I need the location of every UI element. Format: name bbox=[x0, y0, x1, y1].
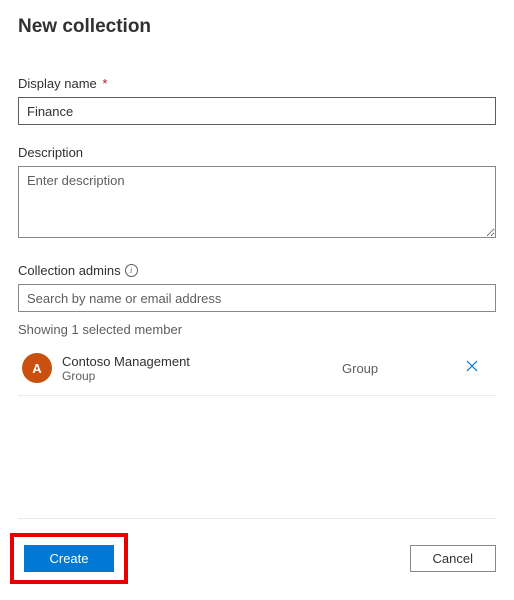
create-button[interactable]: Create bbox=[24, 545, 114, 572]
dialog-footer: Create Cancel bbox=[18, 518, 496, 600]
required-indicator: * bbox=[102, 76, 107, 91]
member-subtext: Group bbox=[62, 369, 342, 383]
display-name-input[interactable] bbox=[18, 97, 496, 125]
member-type: Group bbox=[342, 361, 452, 376]
description-label: Description bbox=[18, 145, 496, 160]
avatar: A bbox=[22, 353, 52, 383]
info-icon[interactable]: i bbox=[125, 264, 138, 277]
cancel-button[interactable]: Cancel bbox=[410, 545, 496, 572]
page-title: New collection bbox=[18, 16, 496, 38]
display-name-field: Display name * bbox=[18, 76, 496, 125]
display-name-label: Display name * bbox=[18, 76, 496, 91]
member-info: Contoso Management Group bbox=[62, 354, 342, 383]
display-name-label-text: Display name bbox=[18, 76, 97, 91]
description-field: Description bbox=[18, 145, 496, 243]
remove-member-icon[interactable] bbox=[452, 359, 492, 377]
member-name: Contoso Management bbox=[62, 354, 342, 369]
member-row: A Contoso Management Group Group bbox=[18, 345, 496, 396]
collection-admins-label: Collection admins bbox=[18, 263, 121, 278]
description-input[interactable] bbox=[18, 166, 496, 238]
collection-admins-field: Collection admins i Showing 1 selected m… bbox=[18, 263, 496, 396]
create-highlight: Create bbox=[10, 533, 128, 584]
admins-search-input[interactable] bbox=[18, 284, 496, 312]
selected-member-count: Showing 1 selected member bbox=[18, 322, 496, 337]
